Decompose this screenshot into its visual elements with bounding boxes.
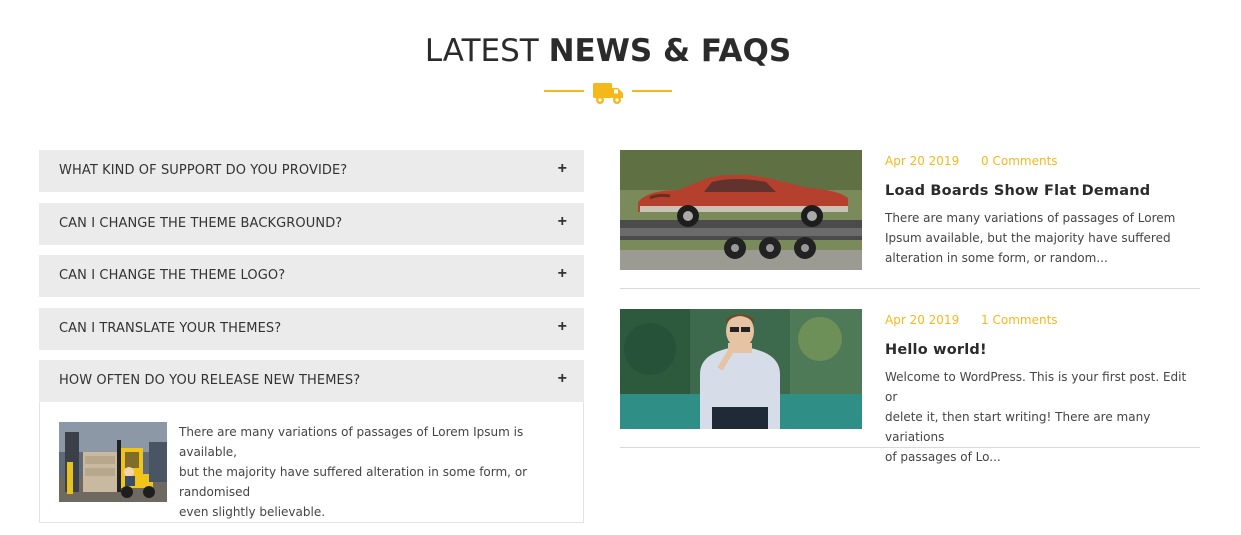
plus-icon[interactable]: + bbox=[558, 160, 567, 178]
faq-answer-line: but the majority have suffered alteratio… bbox=[179, 465, 528, 499]
title-divider bbox=[544, 80, 672, 106]
news-excerpt-line: There are many variations of passages of… bbox=[885, 211, 1176, 225]
divider-line-right bbox=[632, 90, 672, 92]
news-divider bbox=[620, 288, 1200, 289]
faq-answer-line: There are many variations of passages of… bbox=[179, 425, 524, 459]
faq-question: WHAT KIND OF SUPPORT DO YOU PROVIDE? bbox=[59, 163, 348, 178]
news-excerpt: There are many variations of passages of… bbox=[885, 208, 1195, 268]
faq-item-background[interactable]: CAN I CHANGE THE THEME BACKGROUND? + bbox=[39, 202, 584, 245]
faq-item-translate[interactable]: CAN I TRANSLATE YOUR THEMES? + bbox=[39, 307, 584, 350]
truck-icon bbox=[593, 83, 623, 104]
faq-item-release[interactable]: HOW OFTEN DO YOU RELEASE NEW THEMES? + bbox=[39, 360, 584, 402]
news-date: Apr 20 2019 bbox=[885, 154, 960, 168]
faq-question: HOW OFTEN DO YOU RELEASE NEW THEMES? bbox=[59, 373, 361, 388]
faq-answer-panel: There are many variations of passages of… bbox=[39, 402, 584, 523]
forklift-thumbnail bbox=[59, 422, 167, 502]
divider-line-left bbox=[544, 90, 584, 92]
news-comments-link[interactable]: 0 Comments bbox=[981, 154, 1058, 168]
plus-icon[interactable]: + bbox=[558, 265, 567, 283]
man-portrait-image[interactable] bbox=[620, 309, 862, 429]
faq-item-support[interactable]: WHAT KIND OF SUPPORT DO YOU PROVIDE? + bbox=[39, 150, 584, 192]
faq-item-logo[interactable]: CAN I CHANGE THE THEME LOGO? + bbox=[39, 255, 584, 297]
faq-question: CAN I CHANGE THE THEME BACKGROUND? bbox=[59, 215, 343, 231]
section-title-light: LATEST bbox=[424, 33, 549, 69]
faq-answer-text: There are many variations of passages of… bbox=[179, 422, 579, 522]
news-date: Apr 20 2019 bbox=[885, 313, 960, 327]
car-on-truck-image[interactable] bbox=[620, 150, 862, 270]
section-title: LATEST NEWS & FAQS bbox=[0, 33, 1216, 69]
faq-question: CAN I CHANGE THE THEME LOGO? bbox=[59, 268, 286, 283]
news-meta: Apr 20 2019 0 Comments bbox=[885, 154, 1058, 168]
news-divider bbox=[620, 447, 1200, 448]
news-excerpt-line: delete it, then start writing! There are… bbox=[885, 410, 1151, 444]
news-comments-link[interactable]: 1 Comments bbox=[981, 313, 1058, 327]
news-meta: Apr 20 2019 1 Comments bbox=[885, 313, 1058, 327]
section-title-bold: NEWS & FAQS bbox=[548, 33, 792, 69]
news-excerpt-line: Ipsum available, but the majority have s… bbox=[885, 231, 1171, 245]
plus-icon[interactable]: + bbox=[558, 370, 567, 388]
faq-answer-line: even slightly believable. bbox=[179, 505, 326, 519]
news-excerpt-line: of passages of Lo... bbox=[885, 450, 1001, 464]
plus-icon[interactable]: + bbox=[558, 318, 567, 336]
faq-question: CAN I TRANSLATE YOUR THEMES? bbox=[59, 320, 282, 336]
news-title[interactable]: Load Boards Show Flat Demand bbox=[885, 183, 1150, 199]
plus-icon[interactable]: + bbox=[558, 213, 567, 231]
faq-accordion: WHAT KIND OF SUPPORT DO YOU PROVIDE? + C… bbox=[39, 150, 584, 523]
news-excerpt-line: Welcome to WordPress. This is your first… bbox=[885, 370, 1187, 404]
news-title[interactable]: Hello world! bbox=[885, 342, 987, 358]
news-excerpt: Welcome to WordPress. This is your first… bbox=[885, 367, 1195, 467]
news-excerpt-line: alteration in some form, or random... bbox=[885, 251, 1108, 265]
